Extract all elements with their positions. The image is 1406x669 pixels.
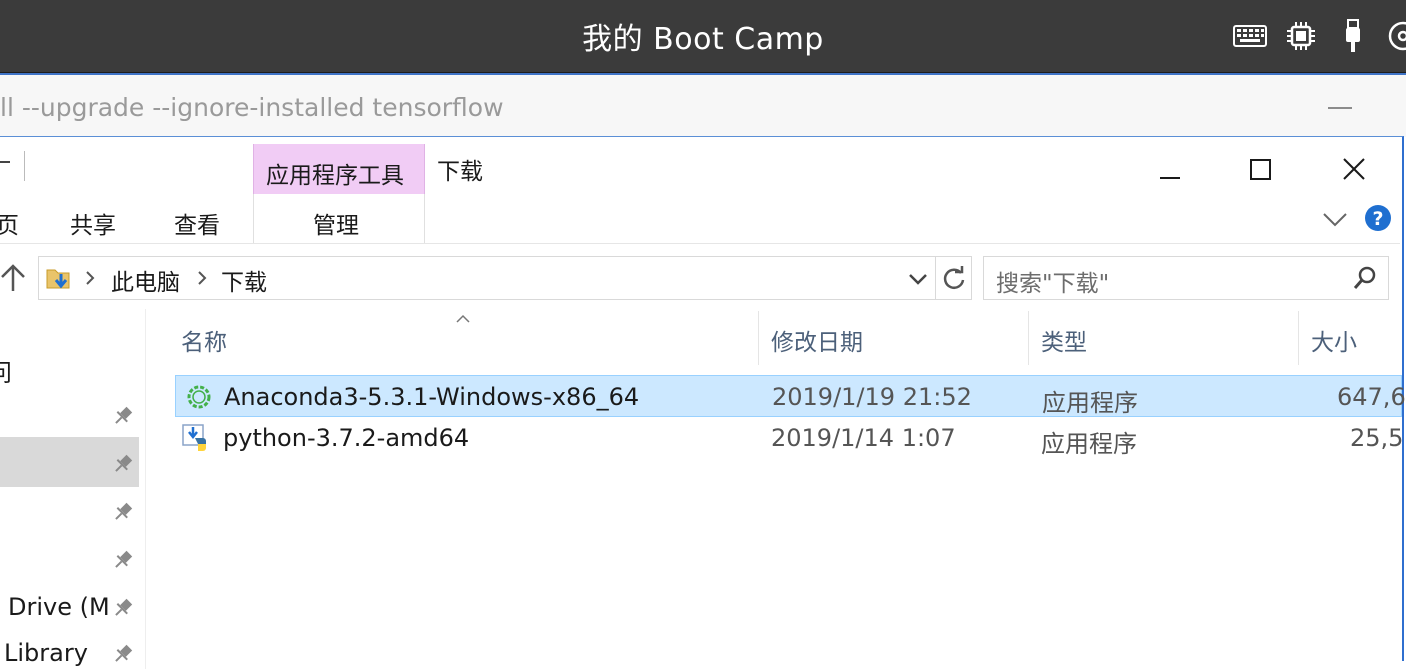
table-row[interactable]: Anaconda3-5.3.1-Windows-x86_64 2019/1/19… — [175, 375, 1406, 417]
address-separator — [935, 257, 936, 299]
tab-home[interactable]: 页 — [0, 206, 19, 240]
host-title-bar: 我的 Boot Camp — [0, 0, 1406, 73]
column-header-type[interactable]: 类型 — [1041, 323, 1087, 357]
minimize-icon[interactable] — [1328, 107, 1352, 109]
disc-icon[interactable] — [1388, 18, 1406, 54]
breadcrumb-downloads[interactable]: 下载 — [221, 263, 267, 297]
nav-item-library[interactable]: Library — [4, 639, 88, 667]
pin-icon[interactable] — [112, 597, 134, 619]
tab-manage[interactable]: 管理 — [313, 206, 359, 240]
column-header-date[interactable]: 修改日期 — [771, 323, 863, 357]
search-icon[interactable] — [1352, 265, 1378, 291]
column-header-size[interactable]: 大小 — [1311, 323, 1357, 357]
tab-share[interactable]: 共享 — [70, 206, 116, 240]
usb-icon[interactable] — [1340, 18, 1366, 54]
column-divider[interactable] — [1298, 311, 1299, 365]
maximize-button[interactable] — [1237, 151, 1285, 187]
window-title: 下载 — [437, 159, 483, 185]
sort-ascending-icon — [455, 309, 471, 323]
ribbon-separator — [0, 243, 1400, 244]
quick-access-fragment[interactable] — [0, 161, 10, 163]
background-command-window: ll --upgrade --ignore-installed tensorfl… — [0, 73, 1406, 137]
search-box[interactable]: 搜索"下载" — [983, 256, 1389, 300]
tab-view[interactable]: 查看 — [174, 206, 220, 240]
downloads-folder-icon — [45, 265, 71, 291]
chevron-down-icon[interactable] — [1320, 207, 1350, 231]
pin-icon[interactable] — [112, 453, 134, 475]
chip-icon[interactable] — [1284, 18, 1318, 54]
toolbar-separator — [24, 151, 25, 181]
anaconda-icon — [186, 384, 212, 410]
file-size: 25,5 — [1350, 424, 1404, 452]
pin-icon[interactable] — [112, 643, 134, 665]
file-name[interactable]: python-3.7.2-amd64 — [223, 424, 469, 452]
tab-app-tools-header: 应用程序工具 — [253, 144, 425, 194]
chevron-right-icon[interactable] — [195, 269, 209, 287]
breadcrumb-this-pc[interactable]: 此电脑 — [111, 263, 180, 297]
file-name[interactable]: Anaconda3-5.3.1-Windows-x86_64 — [224, 383, 639, 411]
file-size: 647,6 — [1337, 383, 1406, 411]
column-divider[interactable] — [1028, 311, 1029, 365]
file-type: 应用程序 — [1042, 389, 1138, 417]
file-date: 2019/1/19 21:52 — [772, 383, 972, 411]
svg-text:?: ? — [1372, 208, 1383, 230]
up-arrow-icon[interactable] — [0, 263, 26, 293]
app-tools-label: 应用程序工具 — [266, 163, 404, 189]
file-type: 应用程序 — [1041, 430, 1137, 458]
python-installer-icon — [181, 423, 211, 453]
help-icon[interactable]: ? — [1364, 204, 1392, 232]
chevron-right-icon[interactable] — [83, 269, 97, 287]
pin-icon[interactable] — [112, 501, 134, 523]
file-date: 2019/1/14 1:07 — [771, 424, 956, 452]
file-explorer-window: 应用程序工具 下载 页 共享 查看 管理 ? 此电脑 下载 搜索"下载" Dri… — [0, 136, 1406, 669]
keyboard-icon[interactable] — [1232, 18, 1268, 54]
chevron-down-icon[interactable] — [907, 269, 929, 289]
column-divider[interactable] — [758, 311, 759, 365]
host-title: 我的 Boot Camp — [582, 22, 824, 57]
close-button[interactable] — [1330, 151, 1378, 187]
pin-icon[interactable] — [112, 549, 134, 571]
table-row[interactable]: python-3.7.2-amd64 2019/1/14 1:07 应用程序 2… — [175, 417, 1404, 459]
refresh-icon[interactable] — [941, 265, 967, 291]
column-header-name[interactable]: 名称 — [181, 323, 227, 357]
nav-item-drive[interactable]: Drive (M — [8, 593, 110, 621]
address-bar[interactable]: 此电脑 下载 — [38, 256, 972, 300]
nav-item-partial[interactable]: 问 — [0, 353, 12, 388]
command-text: ll --upgrade --ignore-installed tensorfl… — [0, 93, 504, 122]
search-placeholder[interactable]: 搜索"下载" — [996, 264, 1109, 298]
pin-icon[interactable] — [112, 405, 134, 427]
minimize-button[interactable] — [1146, 151, 1194, 187]
